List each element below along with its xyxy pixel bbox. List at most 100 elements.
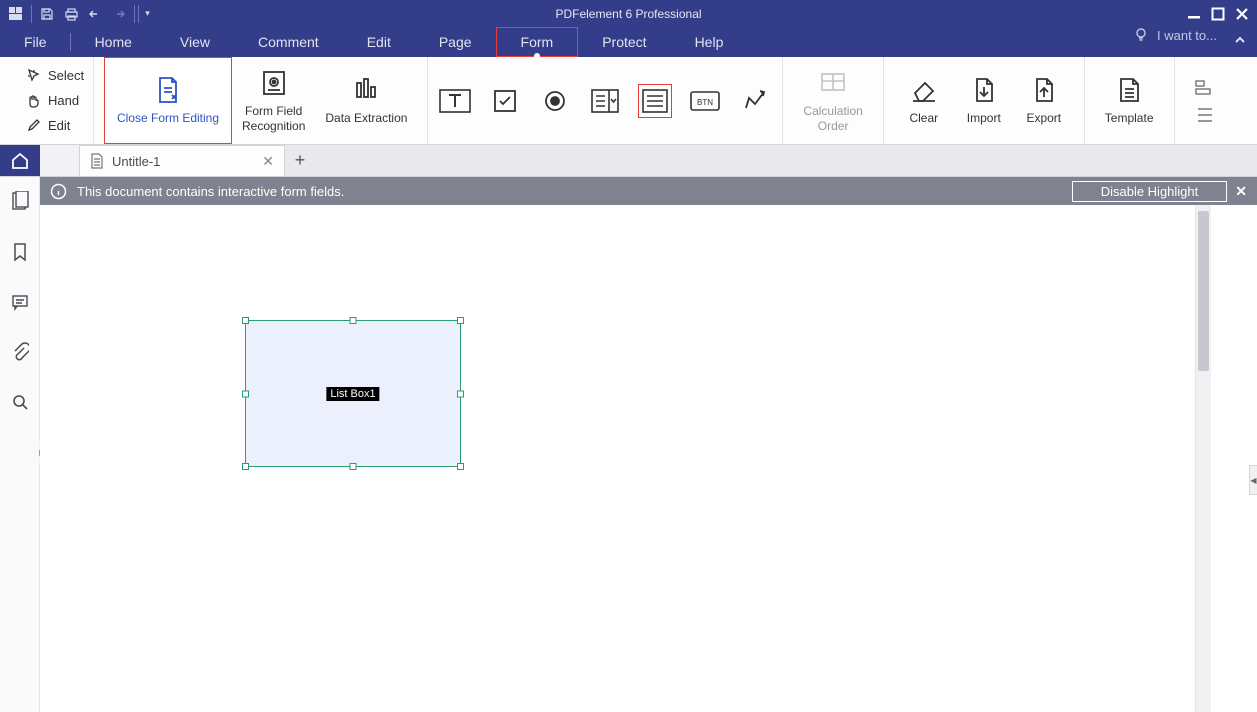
clear-button[interactable]: Clear bbox=[894, 57, 954, 144]
radio-tool[interactable] bbox=[538, 84, 572, 118]
vertical-scrollbar[interactable] bbox=[1195, 205, 1211, 712]
attachments-icon[interactable] bbox=[11, 342, 29, 367]
add-tab-button[interactable]: + bbox=[285, 145, 315, 176]
calculation-order-label: CalculationOrder bbox=[803, 104, 862, 134]
canvas-wrap: This document contains interactive form … bbox=[40, 177, 1257, 712]
form-field-recognition-label: Form FieldRecognition bbox=[242, 104, 305, 134]
i-want-to[interactable]: I want to... bbox=[1133, 27, 1217, 43]
close-form-editing-label: Close Form Editing bbox=[117, 111, 219, 126]
export-icon bbox=[1029, 75, 1059, 105]
close-form-editing-button[interactable]: Close Form Editing bbox=[104, 57, 232, 144]
bookmarks-icon[interactable] bbox=[12, 242, 28, 267]
resize-handle-bl[interactable] bbox=[242, 463, 249, 470]
document-edit-icon bbox=[153, 75, 183, 105]
listbox-tool[interactable] bbox=[638, 84, 672, 118]
comments-icon[interactable] bbox=[11, 293, 29, 316]
logo-icon[interactable] bbox=[4, 2, 28, 25]
form-field-recognition-button[interactable]: Form FieldRecognition bbox=[232, 57, 315, 144]
close-button[interactable] bbox=[1231, 3, 1253, 25]
collapse-ribbon-icon[interactable] bbox=[1233, 33, 1247, 52]
select-label: Select bbox=[48, 68, 84, 83]
menu-home[interactable]: Home bbox=[71, 27, 156, 57]
ribbon: Select Hand Edit Close Form Editing Form… bbox=[0, 57, 1257, 145]
combobox-tool[interactable] bbox=[588, 84, 622, 118]
resize-handle-tc[interactable] bbox=[350, 317, 357, 324]
window-controls bbox=[1183, 3, 1253, 25]
menu-view-label: View bbox=[180, 34, 210, 50]
resize-handle-tr[interactable] bbox=[457, 317, 464, 324]
disable-highlight-button[interactable]: Disable Highlight bbox=[1072, 181, 1228, 202]
print-icon[interactable] bbox=[59, 2, 83, 25]
page-canvas[interactable]: List Box1 bbox=[40, 205, 1195, 712]
resize-handle-ml[interactable] bbox=[242, 390, 249, 397]
import-label: Import bbox=[967, 111, 1001, 126]
menu-form[interactable]: Form bbox=[496, 27, 579, 57]
maximize-button[interactable] bbox=[1207, 3, 1229, 25]
resize-handle-tl[interactable] bbox=[242, 317, 249, 324]
right-panel-expand-icon[interactable]: ◀ bbox=[1249, 465, 1257, 495]
home-tab[interactable] bbox=[0, 145, 40, 176]
save-icon[interactable] bbox=[35, 2, 59, 25]
resize-handle-br[interactable] bbox=[457, 463, 464, 470]
menu-edit-label: Edit bbox=[367, 34, 391, 50]
hand-tool[interactable]: Hand bbox=[26, 90, 93, 112]
clear-label: Clear bbox=[909, 111, 938, 126]
ribbon-data-group: Clear Import Export bbox=[884, 57, 1085, 144]
calculation-icon bbox=[818, 68, 848, 98]
home-icon bbox=[10, 151, 30, 171]
ribbon-calc-group: CalculationOrder bbox=[783, 57, 883, 144]
scrollbar-thumb[interactable] bbox=[1198, 211, 1209, 371]
document-tab-label: Untitle-1 bbox=[112, 154, 160, 169]
thumbnails-icon[interactable] bbox=[11, 191, 29, 216]
menu-edit[interactable]: Edit bbox=[343, 27, 415, 57]
data-extraction-icon bbox=[351, 75, 381, 105]
info-bar: This document contains interactive form … bbox=[40, 177, 1257, 205]
menu-view[interactable]: View bbox=[156, 27, 234, 57]
hand-label: Hand bbox=[48, 93, 79, 108]
distribute-tool[interactable] bbox=[1191, 104, 1221, 126]
checkbox-tool[interactable] bbox=[488, 84, 522, 118]
menu-file[interactable]: File bbox=[0, 27, 71, 57]
resize-handle-bc[interactable] bbox=[350, 463, 357, 470]
align-tool[interactable] bbox=[1191, 76, 1221, 98]
export-label: Export bbox=[1026, 111, 1061, 126]
signature-tool[interactable] bbox=[738, 84, 772, 118]
template-icon bbox=[1114, 75, 1144, 105]
undo-icon[interactable] bbox=[83, 2, 107, 25]
template-button[interactable]: Template bbox=[1095, 57, 1164, 144]
menu-comment[interactable]: Comment bbox=[234, 27, 343, 57]
import-button[interactable]: Import bbox=[954, 57, 1014, 144]
workspace: ▶ This document contains interactive for… bbox=[0, 177, 1257, 712]
ribbon-template-group: Template bbox=[1085, 57, 1175, 144]
select-tool[interactable]: Select bbox=[26, 65, 93, 87]
edit-tool[interactable]: Edit bbox=[26, 115, 93, 137]
ribbon-form-tools: BTN bbox=[428, 57, 783, 144]
redo-icon bbox=[107, 2, 131, 25]
document-tabs: Untitle-1 ✕ + bbox=[0, 145, 1257, 177]
text-field-tool[interactable] bbox=[438, 84, 472, 118]
eraser-icon bbox=[909, 75, 939, 105]
button-tool[interactable]: BTN bbox=[688, 84, 722, 118]
menu-help[interactable]: Help bbox=[671, 27, 748, 57]
search-icon[interactable] bbox=[11, 393, 29, 416]
qat-dropdown-icon[interactable]: ▾ bbox=[138, 5, 150, 23]
info-icon bbox=[50, 183, 67, 200]
data-extraction-button[interactable]: Data Extraction bbox=[315, 57, 417, 144]
listbox-field[interactable]: List Box1 bbox=[245, 320, 461, 467]
menu-help-label: Help bbox=[695, 34, 724, 50]
export-button[interactable]: Export bbox=[1014, 57, 1074, 144]
menu-page-label: Page bbox=[439, 34, 472, 50]
left-panel: ▶ bbox=[0, 177, 40, 712]
minimize-button[interactable] bbox=[1183, 3, 1205, 25]
info-close-icon[interactable]: ✕ bbox=[1235, 183, 1247, 200]
document-tab[interactable]: Untitle-1 ✕ bbox=[80, 145, 285, 176]
menu-page[interactable]: Page bbox=[415, 27, 496, 57]
import-icon bbox=[969, 75, 999, 105]
title-bar: ▾ PDFelement 6 Professional bbox=[0, 0, 1257, 27]
menu-protect[interactable]: Protect bbox=[578, 27, 670, 57]
app-title: PDFelement 6 Professional bbox=[555, 7, 701, 21]
i-want-to-label: I want to... bbox=[1157, 28, 1217, 43]
resize-handle-mr[interactable] bbox=[457, 390, 464, 397]
close-tab-icon[interactable]: ✕ bbox=[262, 153, 274, 170]
info-message: This document contains interactive form … bbox=[77, 184, 344, 199]
